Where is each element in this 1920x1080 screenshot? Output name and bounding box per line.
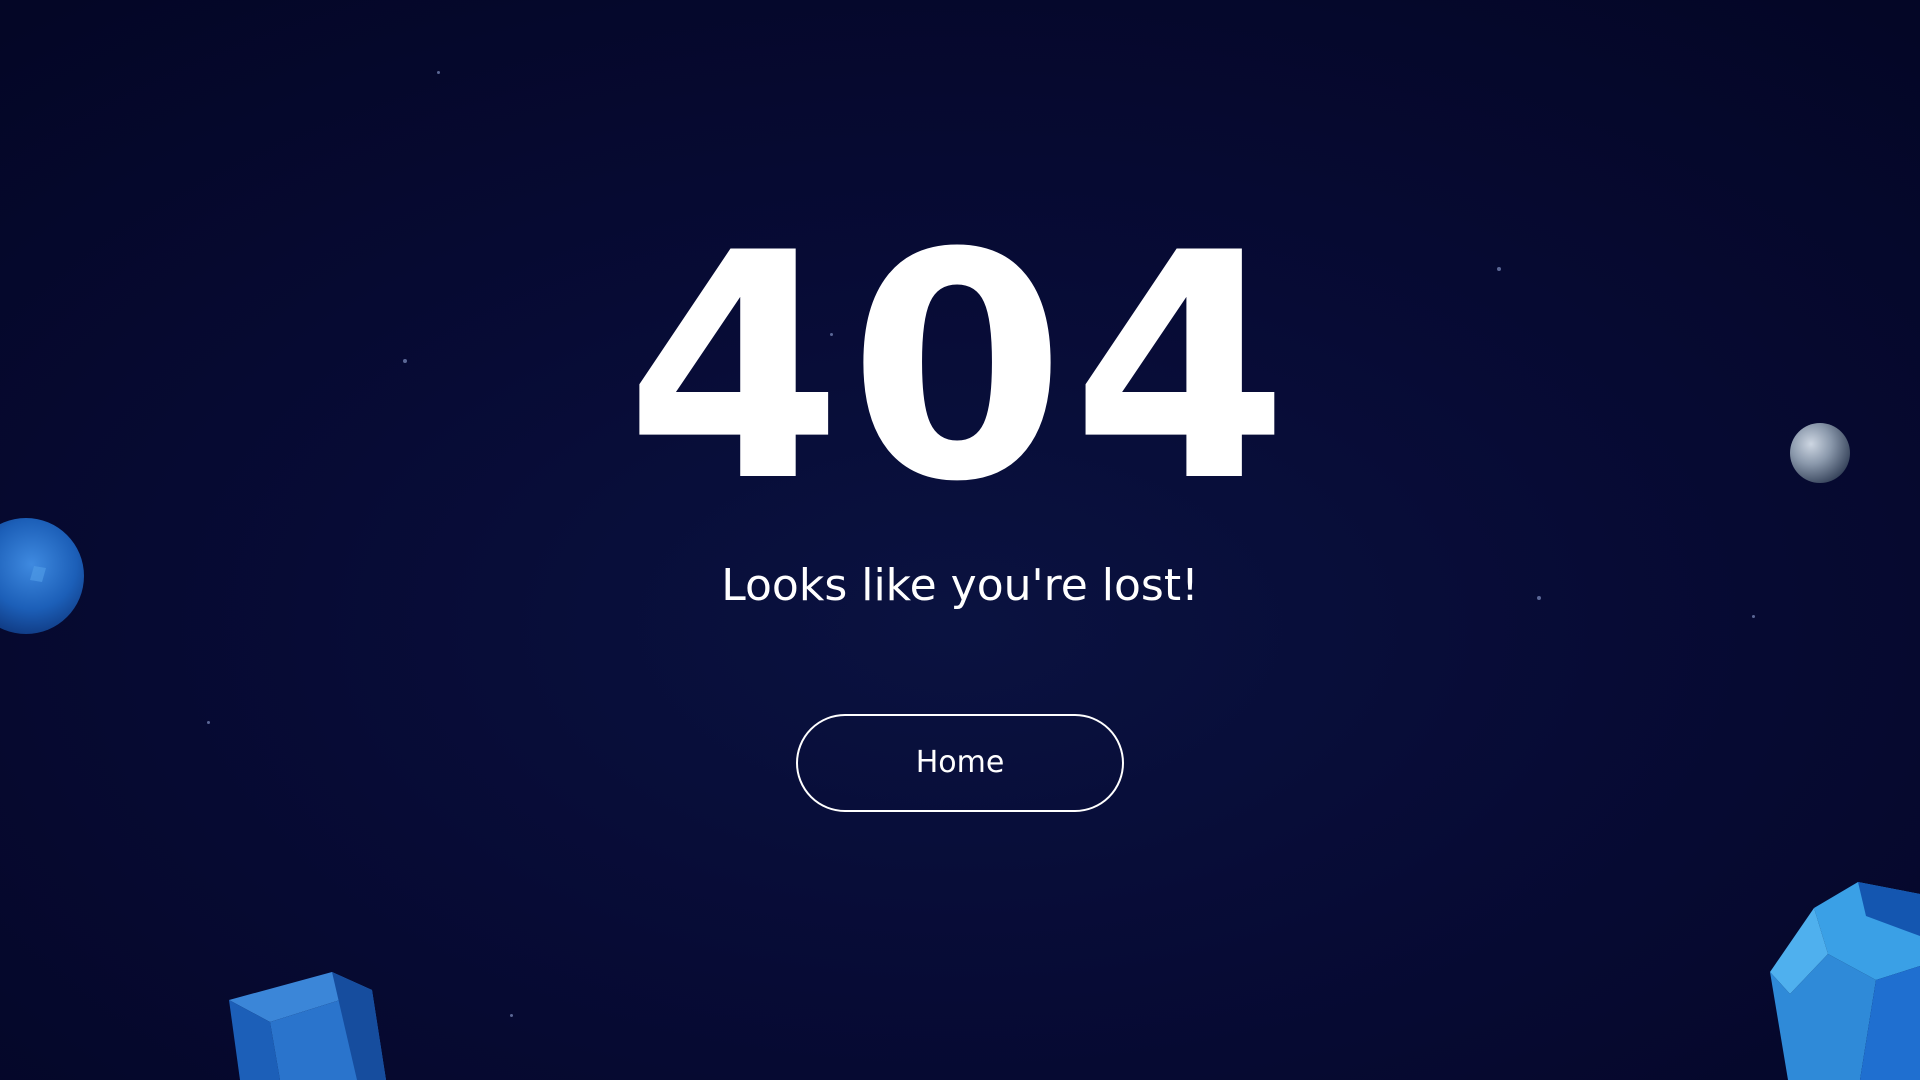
star xyxy=(510,1014,513,1017)
home-button[interactable]: Home xyxy=(796,714,1124,812)
error-code-heading: 404 xyxy=(625,186,1295,550)
blue-cube-decoration xyxy=(229,972,386,1080)
star xyxy=(207,721,210,724)
blue-polyhedron-decoration xyxy=(1770,882,1920,1080)
error-page: 404 Looks like you're lost! Home xyxy=(0,0,1920,1080)
star xyxy=(437,71,440,74)
error-message: Looks like you're lost! xyxy=(721,560,1199,611)
